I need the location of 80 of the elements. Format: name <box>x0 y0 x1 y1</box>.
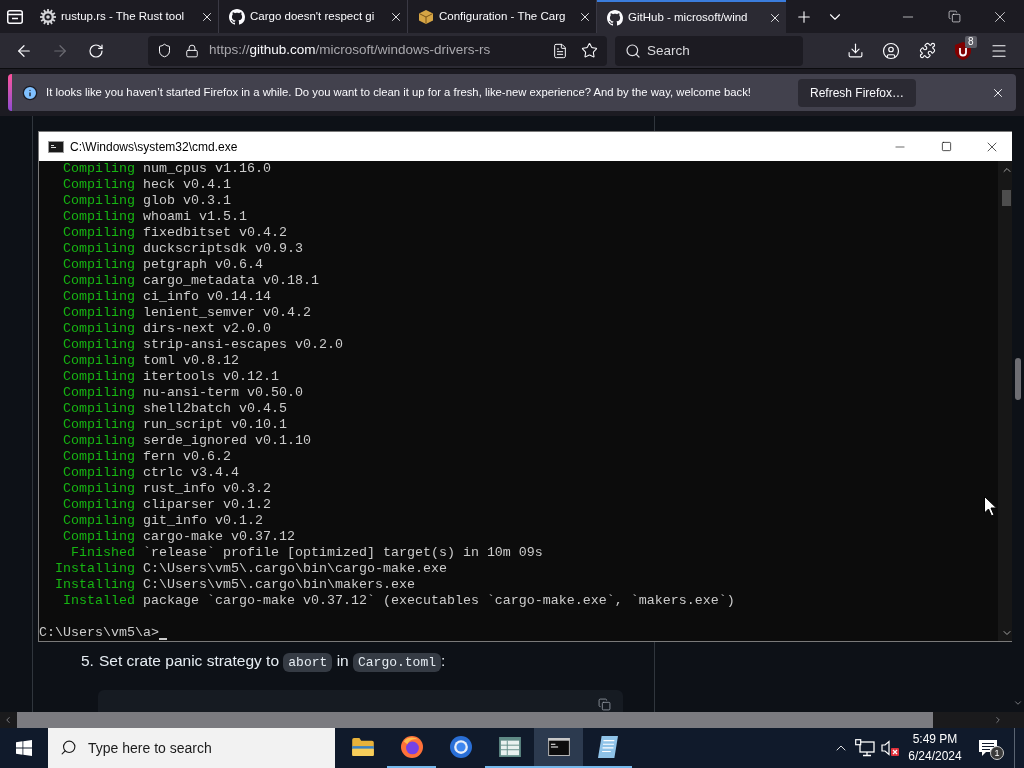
windows-logo-icon[interactable] <box>16 740 32 756</box>
output-line: Compiling cliparser v0.1.2 <box>62 497 271 513</box>
output-line: Compiling heck v0.4.1 <box>62 177 231 193</box>
cat-logo-icon <box>607 9 623 26</box>
output-line: Compiling duckscriptsdk v0.9.3 <box>62 241 303 257</box>
output-line: Compiling serde_ignored v0.1.10 <box>62 433 311 449</box>
taskbar-search-box[interactable]: Type here to search <box>48 728 335 768</box>
text-cursor <box>159 638 167 640</box>
shield-icon[interactable] <box>157 43 172 58</box>
terminal-icon <box>547 738 570 756</box>
maximize-icon[interactable] <box>940 141 952 152</box>
reader-view-icon[interactable] <box>552 42 568 59</box>
box-icon <box>418 8 434 25</box>
info-icon <box>22 84 38 101</box>
ring-logo-icon <box>449 736 472 758</box>
gear-logo-icon <box>40 8 56 25</box>
search-field[interactable]: Search <box>615 35 803 66</box>
bookmark-star-icon[interactable] <box>581 42 598 59</box>
scrollbar-thumb[interactable] <box>17 712 933 728</box>
command-prompt: C:\Users\vm5\a> <box>39 625 159 641</box>
output-line: Compiling nu-ansi-term v0.50.0 <box>62 385 303 401</box>
output-line: Installing C:\Users\vm5\.cargo\bin\makers.exe <box>54 577 415 593</box>
copy-icon[interactable] <box>598 698 611 711</box>
output-line: Compiling num_cpus v1.16.0 <box>62 161 271 177</box>
tab-list-icon[interactable] <box>7 9 23 24</box>
terminal-scrollbar[interactable] <box>998 161 1012 641</box>
address-field[interactable]: https://github.com/microsoft/windows-drivers-rs <box>148 35 607 66</box>
output-line: Compiling strip-ansi-escapes v0.2.0 <box>62 337 343 353</box>
output-line: Compiling lenient_semver v0.4.2 <box>62 305 311 321</box>
notification-badge: 1 <box>990 746 1004 760</box>
scroll-right-icon[interactable] <box>993 715 1003 725</box>
search-icon <box>625 42 641 59</box>
network-icon[interactable] <box>855 739 875 757</box>
output-line: Compiling cargo-make v0.37.12 <box>62 529 295 545</box>
extension-badge: 8 <box>965 35 977 48</box>
restore-icon[interactable] <box>947 10 961 23</box>
output-line: Compiling whoami v1.5.1 <box>62 209 247 225</box>
search-icon <box>60 739 77 756</box>
output-line: Compiling fixedbitset v0.4.2 <box>62 225 287 241</box>
output-line: Compiling ctrlc v3.4.4 <box>62 465 239 481</box>
list-item-text: 5. Set crate panic strategy to abort in Cargo.toml : <box>80 651 447 674</box>
taskbar-button[interactable] <box>534 728 583 768</box>
mouse-pointer-icon <box>984 496 998 517</box>
output-line: Finished `release` profile [optimized] target(s) in 10m 09s <box>69 545 543 561</box>
output-line: Compiling petgraph v0.6.4 <box>62 257 263 273</box>
window-title: C:\Windows\system32\cmd.exe <box>70 138 238 156</box>
output-line: Compiling fern v0.6.2 <box>62 449 231 465</box>
folder-icon <box>351 738 374 756</box>
terminal-icon <box>48 140 64 153</box>
output-line: Compiling itertools v0.12.1 <box>62 369 279 385</box>
notepad-icon <box>597 736 618 758</box>
browser-tab[interactable]: GitHub - microsoft/wind <box>597 0 786 33</box>
scrollbar-thumb[interactable] <box>1015 358 1021 400</box>
cat-logo-icon <box>229 8 245 25</box>
output-line: Compiling toml v0.8.12 <box>62 353 239 369</box>
download-icon[interactable] <box>846 42 864 59</box>
output-line: Compiling git_info v0.1.2 <box>62 513 263 529</box>
output-line: Compiling shell2batch v0.4.5 <box>62 401 287 417</box>
scroll-down-icon[interactable] <box>1013 698 1023 708</box>
browser-logo-icon <box>400 736 423 758</box>
reload-icon[interactable] <box>88 42 104 59</box>
scrollbar-thumb[interactable] <box>1002 190 1011 206</box>
output-line: Compiling run_script v0.10.1 <box>62 417 287 433</box>
output-line: Installed package `cargo-make v0.37.12` (executables `cargo-make.exe`, `makers.exe`) <box>62 593 735 609</box>
output-line: Compiling cargo_metadata v0.18.1 <box>62 273 319 289</box>
output-line: Compiling ci_info v0.14.14 <box>62 289 271 305</box>
output-line: Installing C:\Users\vm5\.cargo\bin\cargo-make.exe <box>54 561 447 577</box>
refresh-firefox-button[interactable]: Refresh Firefox… <box>797 78 916 107</box>
extensions-icon[interactable] <box>918 42 936 59</box>
notification-message: It looks like you haven’t started Firefox in a while. Do you want to clean it up for a fresh, like-new experience? And by the way, welcome back! <box>46 85 751 101</box>
output-line: Compiling dirs-next v2.0.0 <box>62 321 271 337</box>
output-line: Compiling rust_info v0.3.2 <box>62 481 271 497</box>
account-icon[interactable] <box>882 41 900 60</box>
volume-muted-icon[interactable] <box>881 740 899 756</box>
output-line: Compiling glob v0.3.1 <box>62 193 231 209</box>
clock-time[interactable]: 5:49 PM <box>912 731 958 748</box>
window-icon <box>498 737 521 757</box>
clock-date[interactable]: 6/24/2024 <box>908 748 962 765</box>
scroll-left-icon[interactable] <box>3 715 13 725</box>
lock-icon[interactable] <box>185 43 199 58</box>
